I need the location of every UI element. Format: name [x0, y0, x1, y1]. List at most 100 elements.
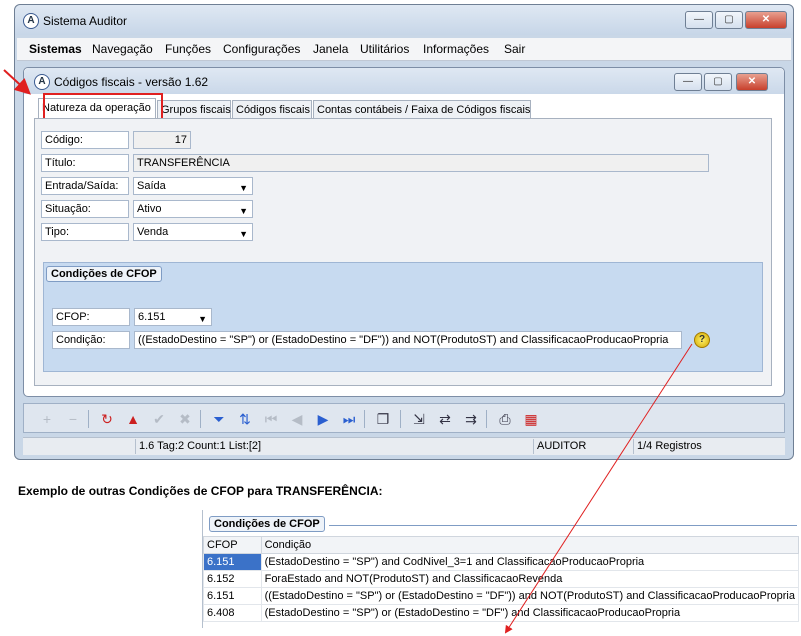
column-header-condicao[interactable]: Condição: [260, 536, 800, 554]
codigo-label: Código:: [41, 131, 129, 149]
tipo-select[interactable]: Venda ▼: [133, 223, 253, 241]
example-group-title: Condições de CFOP: [209, 516, 325, 532]
entrada-saida-select[interactable]: Saída ▼: [133, 177, 253, 195]
filter-icon[interactable]: ⏷: [210, 411, 228, 427]
status-info: 1.6 Tag:2 Count:1 List:[2]: [135, 439, 434, 454]
import-icon[interactable]: ⇉: [462, 411, 480, 427]
example-group-header: Condições de CFOP: [203, 514, 799, 536]
main-window-title: Sistema Auditor: [43, 14, 128, 28]
main-window: A Sistema Auditor — ▢ ✕ Sistemas Navegaç…: [14, 4, 794, 460]
help-icon[interactable]: ?: [694, 332, 710, 348]
cfop-value: 6.151: [138, 311, 166, 323]
cfop-cell[interactable]: 6.408: [203, 604, 262, 622]
toolbar-separator: [200, 410, 201, 428]
codigos-fiscais-titlebar[interactable]: A Códigos fiscais - versão 1.62 — ▢ ✕: [24, 68, 784, 94]
cfop-cell[interactable]: 6.152: [203, 570, 262, 588]
menu-janela[interactable]: Janela: [313, 42, 348, 56]
status-user: AUDITOR: [533, 439, 631, 454]
cfop-group-title: Condições de CFOP: [46, 266, 162, 282]
entrada-saida-value: Saída: [137, 180, 166, 192]
cancel-icon[interactable]: ✖: [176, 411, 194, 427]
add-icon[interactable]: +: [38, 411, 56, 427]
menu-utilitarios[interactable]: Utilitários: [360, 42, 409, 56]
toolbar-separator: [400, 410, 401, 428]
tab-grupos-fiscais[interactable]: Grupos fiscais: [157, 100, 231, 118]
prev-record-icon[interactable]: ◀: [288, 411, 306, 427]
tab-contas-contabeis[interactable]: Contas contábeis / Faixa de Códigos fisc…: [313, 100, 531, 118]
chevron-down-icon[interactable]: ▼: [198, 311, 207, 327]
situacao-select[interactable]: Ativo ▼: [133, 200, 253, 218]
close-button[interactable]: ✕: [745, 11, 787, 29]
situacao-value: Ativo: [137, 203, 162, 215]
cfop-select[interactable]: 6.151 ▼: [134, 308, 212, 326]
group-divider: [329, 525, 797, 526]
chevron-down-icon[interactable]: ▼: [239, 226, 248, 242]
toolbar-separator: [88, 410, 89, 428]
main-window-titlebar[interactable]: A Sistema Auditor — ▢ ✕: [15, 5, 793, 35]
menu-sistemas[interactable]: Sistemas: [29, 42, 82, 56]
example-heading: Exemplo de outras Condições de CFOP para…: [18, 484, 383, 498]
app-logo-icon: A: [23, 13, 39, 29]
first-record-icon[interactable]: ⏮: [262, 411, 280, 427]
condicao-label: Condição:: [52, 331, 130, 349]
inner-minimize-button[interactable]: —: [674, 73, 702, 91]
menu-informacoes[interactable]: Informações: [423, 42, 489, 56]
example-conditions-table: CFOP Condição 6.151 (EstadoDestino = "SP…: [203, 536, 800, 622]
menu-funcoes[interactable]: Funções: [165, 42, 211, 56]
example-cfop-conditions: Condições de CFOP CFOP Condição 6.151 (E…: [202, 510, 800, 628]
maximize-button[interactable]: ▢: [715, 11, 743, 29]
table-row[interactable]: 6.408 (EstadoDestino = "SP") or (EstadoD…: [203, 604, 800, 622]
situacao-label: Situação:: [41, 200, 129, 218]
refresh-icon[interactable]: ↻: [98, 411, 116, 427]
table-row[interactable]: 6.151 ((EstadoDestino = "SP") or (Estado…: [203, 587, 800, 605]
status-bar: 1.6 Tag:2 Count:1 List:[2] AUDITOR 1/4 R…: [23, 437, 785, 455]
inner-maximize-button[interactable]: ▢: [704, 73, 732, 91]
toolbar: + − ↻ ▲ ✔ ✖ ⏷ ⇅ ⏮ ◀ ▶ ⏭ ❐ ⇲ ⇄ ⇉ ⎙ ▦: [23, 403, 785, 433]
toolbar-separator: [364, 410, 365, 428]
print-icon[interactable]: ⎙: [496, 411, 514, 427]
condicao-cell[interactable]: (EstadoDestino = "SP") and CodNivel_3=1 …: [260, 553, 800, 571]
cfop-cell[interactable]: 6.151: [203, 587, 262, 605]
tipo-label: Tipo:: [41, 223, 129, 241]
copy-icon[interactable]: ❐: [374, 411, 392, 427]
calendar-icon[interactable]: ▦: [522, 411, 540, 427]
chevron-down-icon[interactable]: ▼: [239, 180, 248, 196]
active-tab-highlight: [43, 93, 163, 121]
menu-configuracoes[interactable]: Configurações: [223, 42, 300, 56]
table-header-row: CFOP Condição: [203, 536, 800, 554]
menu-bar: Sistemas Navegação Funções Configurações…: [17, 38, 791, 61]
natureza-panel: Código: 17 Título: TRANSFERÊNCIA Entrada…: [34, 118, 772, 386]
codigos-fiscais-title: Códigos fiscais - versão 1.62: [54, 75, 209, 89]
condicao-cell[interactable]: ForaEstado and NOT(ProdutoST) and Classi…: [260, 570, 800, 588]
status-records: 1/4 Registros: [633, 439, 777, 454]
minimize-button[interactable]: —: [685, 11, 713, 29]
column-header-cfop[interactable]: CFOP: [203, 536, 262, 554]
warning-icon[interactable]: ▲: [124, 411, 142, 427]
toolbar-separator: [486, 410, 487, 428]
remove-icon[interactable]: −: [64, 411, 82, 427]
last-record-icon[interactable]: ⏭: [340, 411, 358, 427]
codigo-field[interactable]: 17: [133, 131, 191, 149]
table-row[interactable]: 6.151 (EstadoDestino = "SP") and CodNive…: [203, 553, 800, 571]
tipo-value: Venda: [137, 226, 169, 238]
menu-navegacao[interactable]: Navegação: [92, 42, 153, 56]
inner-close-button[interactable]: ✕: [736, 73, 768, 91]
menu-sair[interactable]: Sair: [504, 42, 525, 56]
titulo-field[interactable]: TRANSFERÊNCIA: [133, 154, 709, 172]
next-record-icon[interactable]: ▶: [314, 411, 332, 427]
condicao-cell[interactable]: ((EstadoDestino = "SP") or (EstadoDestin…: [260, 587, 800, 605]
entrada-saida-label: Entrada/Saída:: [41, 177, 129, 195]
codigos-fiscais-window: A Códigos fiscais - versão 1.62 — ▢ ✕ Na…: [23, 67, 785, 397]
condicao-cell[interactable]: (EstadoDestino = "SP") or (EstadoDestino…: [260, 604, 800, 622]
confirm-icon[interactable]: ✔: [150, 411, 168, 427]
cfop-cell[interactable]: 6.151: [203, 553, 262, 571]
export-icon[interactable]: ⇲: [410, 411, 428, 427]
chevron-down-icon[interactable]: ▼: [239, 203, 248, 219]
cfop-label: CFOP:: [52, 308, 130, 326]
table-row[interactable]: 6.152 ForaEstado and NOT(ProdutoST) and …: [203, 570, 800, 588]
sort-icon[interactable]: ⇅: [236, 411, 254, 427]
condicao-field[interactable]: ((EstadoDestino = "SP") or (EstadoDestin…: [134, 331, 682, 349]
transfer-icon[interactable]: ⇄: [436, 411, 454, 427]
tab-codigos-fiscais[interactable]: Códigos fiscais: [232, 100, 312, 118]
app-logo-icon: A: [34, 74, 50, 90]
